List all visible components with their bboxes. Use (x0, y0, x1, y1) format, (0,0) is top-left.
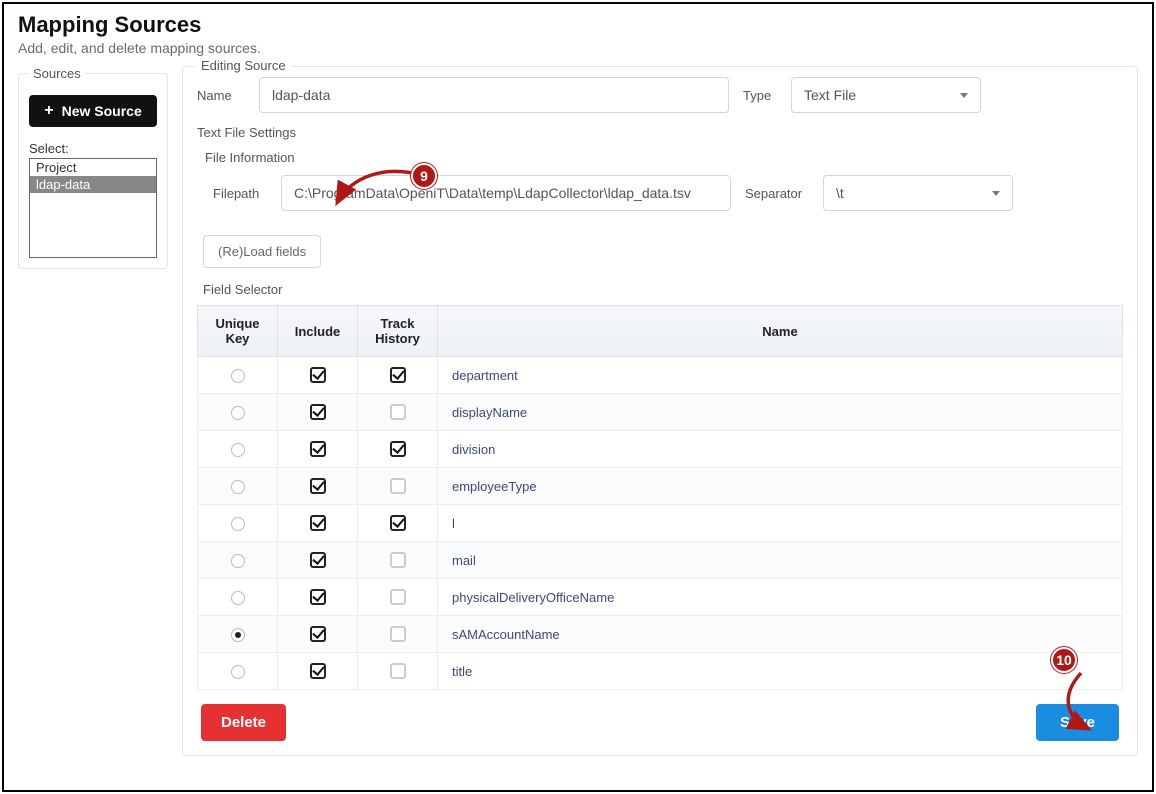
new-source-button[interactable]: + New Source (29, 95, 157, 127)
unique-key-radio[interactable] (231, 369, 245, 383)
table-row: sAMAccountName (198, 616, 1123, 653)
field-name-cell: displayName (438, 394, 1123, 431)
unique-key-radio[interactable] (231, 480, 245, 494)
type-value: Text File (804, 87, 856, 103)
include-checkbox[interactable] (310, 404, 326, 420)
chevron-down-icon (992, 191, 1000, 196)
select-label: Select: (29, 141, 157, 156)
separator-value: \t (836, 185, 844, 201)
field-selector-label: Field Selector (203, 282, 1123, 297)
include-checkbox[interactable] (310, 626, 326, 642)
track-history-checkbox[interactable] (390, 367, 406, 383)
field-name-cell: physicalDeliveryOfficeName (438, 579, 1123, 616)
include-checkbox[interactable] (310, 515, 326, 531)
sources-panel: Sources + New Source Select: Projectldap… (18, 66, 168, 269)
track-history-checkbox[interactable] (390, 441, 406, 457)
sources-list-item[interactable]: ldap-data (30, 176, 156, 193)
field-name-cell: mail (438, 542, 1123, 579)
table-row: division (198, 431, 1123, 468)
col-include: Include (278, 306, 358, 357)
col-name: Name (438, 306, 1123, 357)
type-label: Type (743, 88, 777, 103)
table-row: physicalDeliveryOfficeName (198, 579, 1123, 616)
include-checkbox[interactable] (310, 589, 326, 605)
delete-button[interactable]: Delete (201, 704, 286, 741)
table-row: title (198, 653, 1123, 690)
include-checkbox[interactable] (310, 478, 326, 494)
table-row: mail (198, 542, 1123, 579)
save-button[interactable]: Save (1036, 704, 1119, 741)
include-checkbox[interactable] (310, 552, 326, 568)
col-track-history: TrackHistory (358, 306, 438, 357)
filepath-input[interactable] (281, 175, 731, 211)
track-history-checkbox[interactable] (390, 626, 406, 642)
field-name-cell: division (438, 431, 1123, 468)
separator-label: Separator (745, 186, 809, 201)
field-selector-table: Unique Key Include TrackHistory Name dep… (197, 305, 1123, 690)
unique-key-radio[interactable] (231, 665, 245, 679)
editing-panel: Editing Source Name Type Text File Text … (182, 66, 1138, 756)
table-row: department (198, 357, 1123, 394)
page-subtitle: Add, edit, and delete mapping sources. (18, 40, 1138, 56)
file-information-label: File Information (205, 150, 1123, 165)
field-name-cell: l (438, 505, 1123, 542)
track-history-checkbox[interactable] (390, 589, 406, 605)
table-row: l (198, 505, 1123, 542)
separator-select[interactable]: \t (823, 175, 1013, 211)
include-checkbox[interactable] (310, 367, 326, 383)
unique-key-radio[interactable] (231, 554, 245, 568)
table-row: employeeType (198, 468, 1123, 505)
track-history-checkbox[interactable] (390, 515, 406, 531)
name-label: Name (197, 88, 245, 103)
col-unique-key: Unique Key (198, 306, 278, 357)
field-name-cell: title (438, 653, 1123, 690)
reload-fields-button[interactable]: (Re)Load fields (203, 235, 321, 268)
filepath-label: Filepath (213, 186, 267, 201)
type-select[interactable]: Text File (791, 77, 981, 113)
new-source-label: New Source (62, 103, 142, 119)
track-history-checkbox[interactable] (390, 552, 406, 568)
plus-icon: + (44, 103, 53, 119)
track-history-checkbox[interactable] (390, 663, 406, 679)
unique-key-radio[interactable] (231, 517, 245, 531)
field-name-cell: sAMAccountName (438, 616, 1123, 653)
text-file-settings-label: Text File Settings (197, 125, 1123, 140)
track-history-checkbox[interactable] (390, 478, 406, 494)
editing-legend: Editing Source (195, 58, 292, 73)
unique-key-radio[interactable] (231, 443, 245, 457)
unique-key-radio[interactable] (231, 628, 245, 642)
include-checkbox[interactable] (310, 663, 326, 679)
unique-key-radio[interactable] (231, 406, 245, 420)
name-input[interactable] (259, 77, 729, 113)
chevron-down-icon (960, 93, 968, 98)
unique-key-radio[interactable] (231, 591, 245, 605)
sources-select-list[interactable]: Projectldap-data (29, 158, 157, 258)
sources-legend: Sources (29, 66, 85, 81)
page-title: Mapping Sources (18, 12, 1138, 38)
sources-list-item[interactable]: Project (30, 159, 156, 176)
track-history-checkbox[interactable] (390, 404, 406, 420)
field-name-cell: department (438, 357, 1123, 394)
include-checkbox[interactable] (310, 441, 326, 457)
table-row: displayName (198, 394, 1123, 431)
field-name-cell: employeeType (438, 468, 1123, 505)
